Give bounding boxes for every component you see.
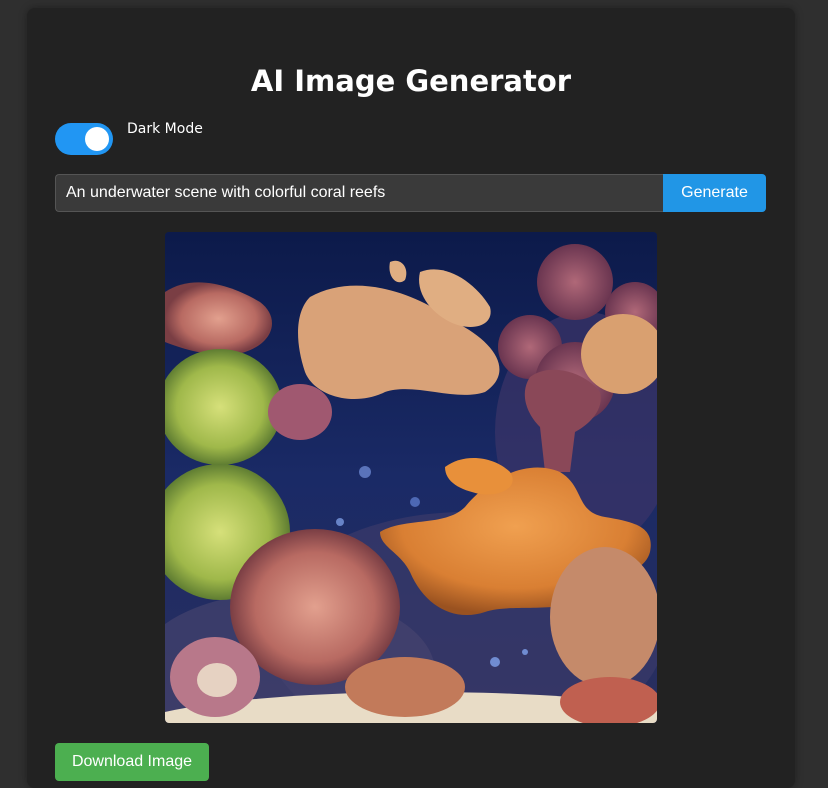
coral-reef-image — [165, 232, 657, 723]
prompt-input[interactable] — [55, 174, 663, 212]
dark-mode-label: Dark Mode — [127, 121, 203, 137]
dark-mode-toggle[interactable] — [55, 123, 113, 155]
generate-button[interactable]: Generate — [663, 174, 766, 212]
toggle-knob — [85, 127, 109, 151]
generator-card: AI Image Generator Dark Mode Generate — [27, 8, 795, 788]
download-image-button[interactable]: Download Image — [55, 743, 209, 781]
generated-image — [165, 232, 657, 723]
page-title: AI Image Generator — [250, 64, 572, 98]
